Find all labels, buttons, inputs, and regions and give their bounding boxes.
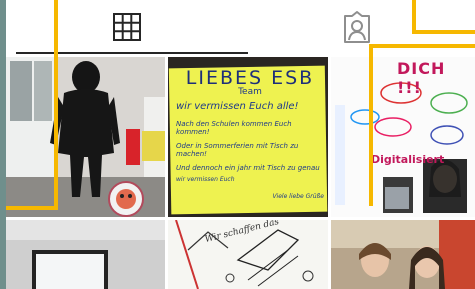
collage-side-text: Digitalisiert [371, 153, 445, 166]
post-thumbnail-6[interactable] [331, 220, 475, 289]
post-thumbnail-4[interactable] [6, 220, 165, 289]
post-grid: LIEBES ESB Team wir vermissen Euch alle!… [6, 57, 475, 289]
poster-line-8: Viele liebe Grüße [272, 193, 324, 200]
collage-headline: DICH !!! [397, 59, 446, 97]
poster-text: LIEBES ESB Team wir vermissen Euch alle!… [176, 67, 324, 200]
post-thumbnail-1[interactable] [6, 57, 165, 217]
profile-tab-bar [6, 0, 475, 54]
post-6-image [331, 220, 475, 289]
post-thumbnail-5[interactable]: Wir schaffen das [168, 220, 328, 289]
tab-tagged[interactable] [248, 0, 475, 54]
poster-line-7: wir vermissen Euch [176, 176, 235, 183]
grid-icon [113, 13, 141, 41]
post-thumbnail-3[interactable]: DICH !!! Digitalisiert [331, 57, 475, 217]
post-4-image [6, 220, 165, 289]
poster-line-4: Nach den Schulen kommen Euch kommen! [176, 120, 292, 136]
profile-app: LIEBES ESB Team wir vermissen Euch alle!… [6, 0, 475, 289]
post-thumbnail-2[interactable]: LIEBES ESB Team wir vermissen Euch alle!… [168, 57, 328, 217]
active-tab-indicator [16, 52, 248, 54]
tab-grid[interactable] [6, 0, 248, 54]
poster-line-6: Und dennoch ein jahr mit Tisch zu genau [176, 164, 320, 172]
poster-line-3: wir vermissen Euch alle! [176, 101, 299, 112]
post-1-image [6, 57, 165, 217]
poster-line-5: Oder in Sommerferien mit Tisch zu machen… [176, 142, 299, 158]
poster-line-1: LIEBES ESB [185, 67, 315, 89]
tagged-person-icon [343, 11, 370, 43]
